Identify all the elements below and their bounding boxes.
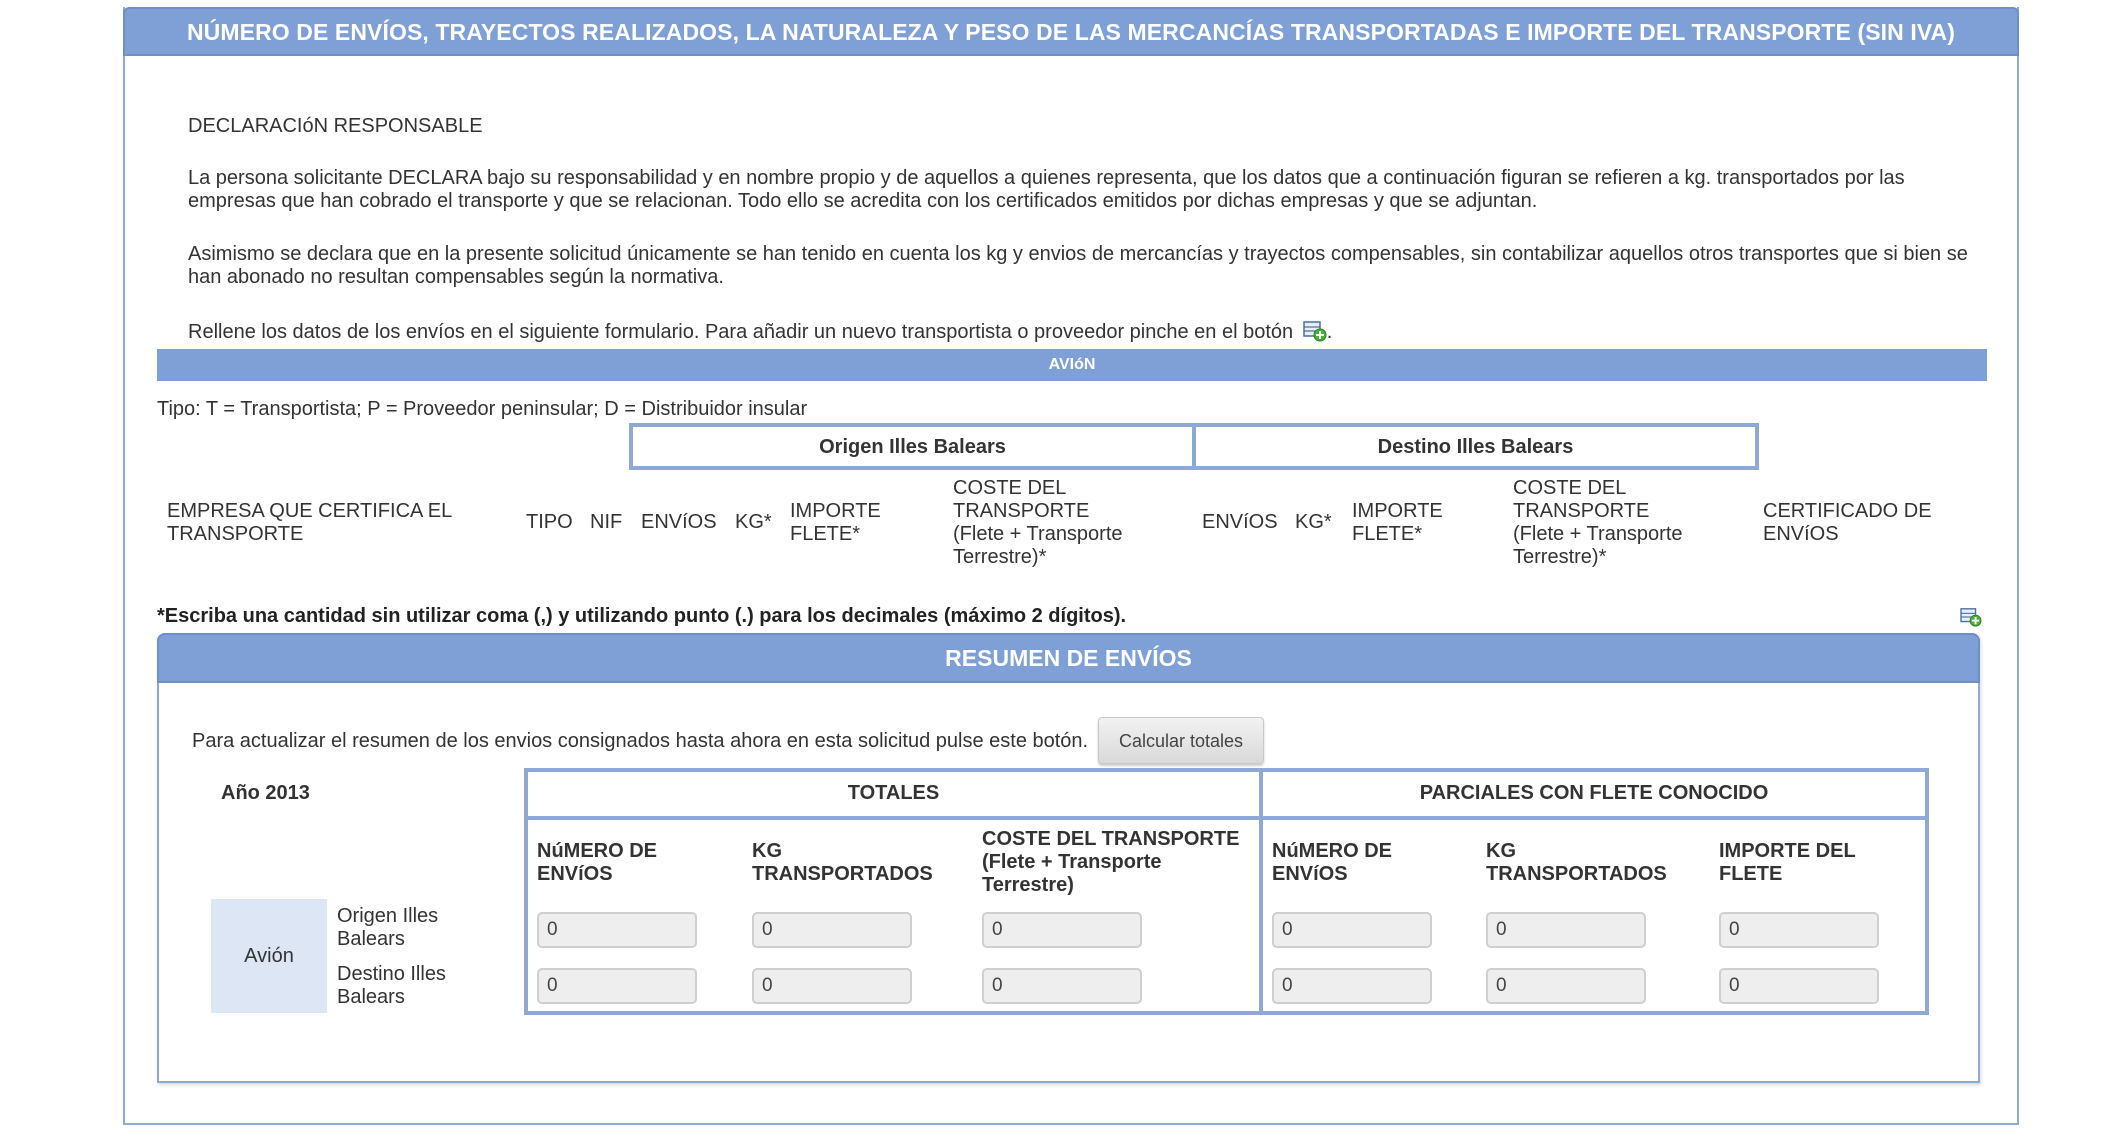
origen-num-envios-parciales-field[interactable] bbox=[1272, 912, 1432, 948]
declaration-paragraph-1: La persona solicitante DECLARA bajo su r… bbox=[188, 167, 1905, 212]
origen-coste-totales-field[interactable] bbox=[982, 912, 1142, 948]
declaration-paragraph-3: Rellene los datos de los envíos en el si… bbox=[188, 320, 1988, 344]
col-importe-destino: IMPORTE FLETE* bbox=[1352, 500, 1443, 545]
sub-kg-parciales: KG TRANSPORTADOS bbox=[1486, 840, 1667, 885]
destino-coste-totales-field[interactable] bbox=[982, 968, 1142, 1004]
parciales-header: PARCIALES CON FLETE CONOCIDO bbox=[1263, 772, 1925, 820]
destino-num-envios-totales-field[interactable] bbox=[537, 968, 697, 1004]
add-row-icon bbox=[1302, 321, 1327, 342]
sub-coste-totales: COSTE DEL TRANSPORTE (Flete + Transporte… bbox=[982, 828, 1240, 896]
col-empresa: EMPRESA QUE CERTIFICA EL TRANSPORTE bbox=[167, 500, 452, 545]
row-label-origen: Origen Illes Balears bbox=[337, 905, 439, 950]
sub-importe-parciales: IMPORTE DEL FLETE bbox=[1719, 840, 1856, 885]
panel-title: NÚMERO DE ENVÍOS, TRAYECTOS REALIZADOS, … bbox=[123, 7, 2019, 56]
col-envios-origen: ENVíOS bbox=[641, 511, 717, 533]
col-certificado: CERTIFICADO DE ENVíOS bbox=[1763, 500, 1932, 545]
declaration-title: DECLARACIóN RESPONSABLE bbox=[188, 115, 483, 137]
origen-num-envios-totales-field[interactable] bbox=[537, 912, 697, 948]
col-tipo: TIPO bbox=[526, 511, 573, 533]
col-nif: NIF bbox=[590, 511, 623, 533]
tipo-legend: Tipo: T = Transportista; P = Proveedor p… bbox=[157, 398, 808, 420]
destino-kg-totales-field[interactable] bbox=[752, 968, 912, 1004]
destino-kg-parciales-field[interactable] bbox=[1486, 968, 1646, 1004]
totales-header: TOTALES bbox=[528, 772, 1259, 820]
col-coste-destino: COSTE DEL TRANSPORTE (Flete + Transporte… bbox=[1513, 477, 1683, 568]
col-kg-destino: KG* bbox=[1295, 511, 1332, 533]
sub-kg-totales: KG TRANSPORTADOS bbox=[752, 840, 933, 885]
declaration-paragraph-3-text: Rellene los datos de los envíos en el si… bbox=[188, 321, 1294, 343]
row-label-destino: Destino Illes Balears bbox=[337, 963, 446, 1008]
destino-num-envios-parciales-field[interactable] bbox=[1272, 968, 1432, 1004]
mode-avion-cell: Avión bbox=[211, 899, 327, 1013]
section-avion-bar: AVIóN bbox=[157, 349, 1987, 381]
destino-importe-parciales-field[interactable] bbox=[1719, 968, 1879, 1004]
group-header-origen: Origen Illes Balears bbox=[629, 423, 1196, 470]
calcular-totales-button[interactable]: Calcular totales bbox=[1098, 717, 1264, 764]
col-envios-destino: ENVíOS bbox=[1202, 511, 1278, 533]
declaration-paragraph-2: Asimismo se declara que en la presente s… bbox=[188, 243, 1968, 288]
sub-num-envios-totales: NúMERO DE ENVíOS bbox=[537, 840, 657, 885]
origen-kg-totales-field[interactable] bbox=[752, 912, 912, 948]
group-header-destino: Destino Illes Balears bbox=[1192, 423, 1759, 470]
col-coste-origen: COSTE DEL TRANSPORTE (Flete + Transporte… bbox=[953, 477, 1123, 568]
origen-importe-parciales-field[interactable] bbox=[1719, 912, 1879, 948]
year-label: Año 2013 bbox=[221, 782, 310, 804]
resumen-title: RESUMEN DE ENVÍOS bbox=[157, 633, 1980, 683]
sub-num-envios-parciales: NúMERO DE ENVíOS bbox=[1272, 840, 1392, 885]
origen-kg-parciales-field[interactable] bbox=[1486, 912, 1646, 948]
declaration-paragraph-3-end: . bbox=[1326, 321, 1333, 343]
decimal-note: *Escriba una cantidad sin utilizar coma … bbox=[157, 605, 1127, 627]
col-kg-origen: KG* bbox=[735, 511, 772, 533]
add-row-icon[interactable] bbox=[1960, 607, 1982, 627]
resumen-instruction: Para actualizar el resumen de los envios… bbox=[192, 730, 1089, 752]
col-importe-origen: IMPORTE FLETE* bbox=[790, 500, 881, 545]
